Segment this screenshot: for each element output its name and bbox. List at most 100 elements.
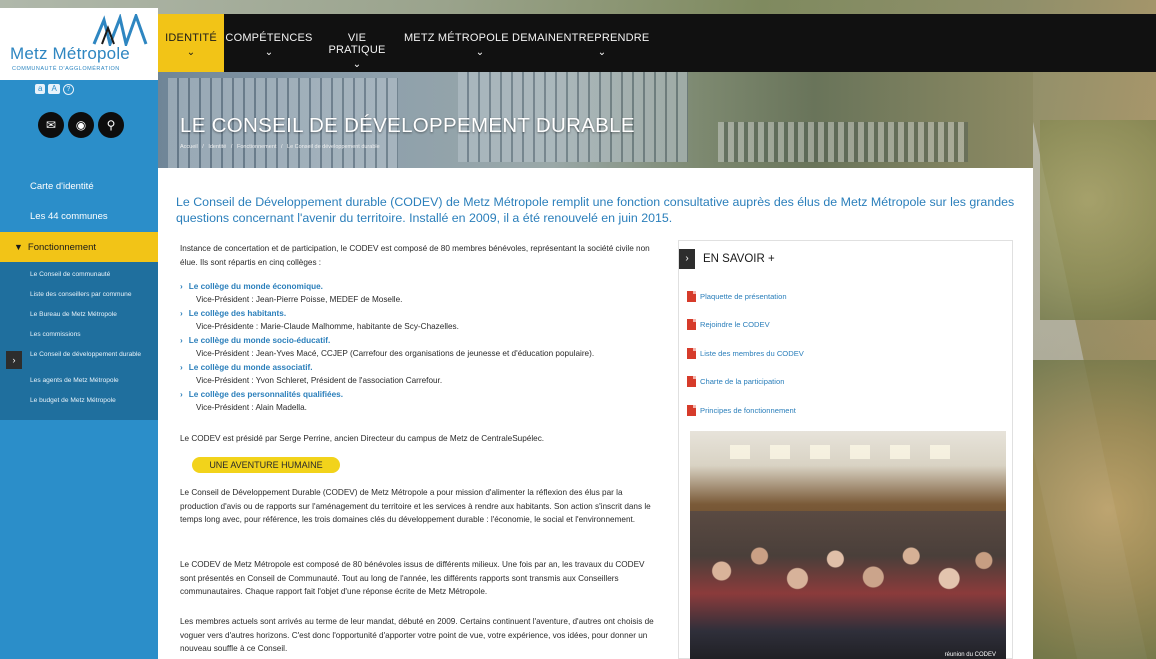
nav-item-competences[interactable]: COMPÉTENCES ⌄ [224,14,314,72]
document-link[interactable]: Liste des membres du CODEV [687,348,804,359]
document-link[interactable]: Principes de fonctionnement [687,405,796,416]
college-vice-president: Vice-Président : Jean-Yves Macé, CCJEP (… [196,349,595,358]
hero-banner: LE CONSEIL DE DÉVELOPPEMENT DURABLE Accu… [158,72,1033,168]
chevron-down-icon: ▼ [14,242,23,252]
body-paragraph: Le CODEV de Metz Métropole est composé d… [180,560,645,596]
sidebar-submenu: Le Conseil de communauté Liste des conse… [0,262,158,420]
intro-paragraph: Instance de concertation et de participa… [180,244,650,267]
left-sidebar: a A ? ✉ ◉ ⚲ Carte d'identité Les 44 comm… [0,80,158,659]
breadcrumb-link[interactable]: Accueil [180,144,198,150]
nav-item-entreprendre[interactable]: ENTREPRENDRE ⌄ [556,14,650,72]
chevron-right-icon: › [180,336,183,345]
pdf-icon [687,319,696,330]
camera-icon[interactable]: ◉ [68,112,94,138]
photo-ceiling-lights [730,445,970,459]
list-item: › Le collège du monde économique. Vice-Pr… [180,280,690,306]
nav-item-label: COMPÉTENCES [225,32,313,44]
list-item: › Le collège des personnalités qualifiées… [180,388,690,414]
chevron-down-icon: ⌄ [352,59,362,70]
sidebar-item-label: Fonctionnement [27,242,97,253]
sidebar-item-les-44-communes[interactable]: Les 44 communes [0,202,158,232]
college-vice-president: Vice-Président : Yvon Schleret, Présiden… [196,376,443,385]
nav-item-identite[interactable]: IDENTITÉ ⌄ [158,14,224,72]
college-name: Le collège du monde associatif. [188,363,313,372]
colleges-list: › Le collège du monde économique. Vice-Pr… [180,280,690,415]
nav-item-label: ENTREPRENDRE [556,32,650,44]
text-size-small-button[interactable]: a [35,84,46,94]
submenu-item-current[interactable]: › Le Conseil de développement durable [0,346,158,372]
document-link-label: Principes de fonctionnement [700,406,796,415]
chevron-right-icon: › [180,390,183,399]
chevron-down-icon: ⌄ [475,47,485,58]
college-link[interactable]: › Le collège des habitants. [180,307,690,320]
logo-tagline: COMMUNAUTÉ D'AGGLOMÉRATION [12,66,120,72]
submenu-item-label: Le Conseil de développement durable [30,351,142,358]
pdf-icon [687,291,696,302]
sidebar-item-carte-identite[interactable]: Carte d'identité [0,172,158,202]
document-link-label: Rejoindre le CODEV [700,320,770,329]
chevron-right-icon: › [679,249,695,269]
document-link[interactable]: Rejoindre le CODEV [687,319,770,330]
document-link[interactable]: Plaquette de présentation [687,291,787,302]
breadcrumb-link[interactable]: Identité [208,144,226,150]
text-size-large-button[interactable]: A [48,84,60,94]
mail-icon[interactable]: ✉ [38,112,64,138]
nav-item-metz-metropole-demain[interactable]: METZ MÉTROPOLE DEMAIN ⌄ [402,14,558,72]
list-item: › Le collège des habitants. Vice-Présiden… [180,307,690,333]
college-vice-president: Vice-Président : Alain Madella. [196,403,307,412]
photo-caption: réunion du CODEV [944,652,996,658]
college-link[interactable]: › Le collège des personnalités qualifiées… [180,388,690,401]
lead-paragraph: Le Conseil de Développement durable (COD… [176,195,1015,225]
chevron-down-icon: ⌄ [597,47,607,58]
pdf-icon [687,376,696,387]
submenu-item[interactable]: Le Conseil de communauté [0,266,158,286]
nav-item-vie-pratique[interactable]: VIE PRATIQUE ⌄ [318,14,396,72]
chevron-right-icon: › [180,309,183,318]
breadcrumb: Accueil / Identité / Fonctionnement / Le… [180,144,383,150]
background-field [1040,120,1156,320]
site-logo[interactable]: Metz Métropole COMMUNAUTÉ D'AGGLOMÉRATIO… [0,8,158,80]
sidebar-item-fonctionnement[interactable]: ▼ Fonctionnement [0,232,158,262]
submenu-item[interactable]: Le budget de Metz Métropole [0,392,158,412]
college-name: Le collège du monde économique. [188,282,323,291]
document-link-label: Liste des membres du CODEV [700,349,804,358]
submenu-item[interactable]: Liste des conseillers par commune [0,286,158,306]
en-savoir-plus-title: EN SAVOIR + [703,253,775,265]
breadcrumb-separator: / [280,144,283,150]
chevron-down-icon: ⌄ [186,47,196,58]
college-name: Le collège des habitants. [188,309,287,318]
submenu-item[interactable]: Les agents de Metz Métropole [0,372,158,392]
breadcrumb-separator: / [202,144,204,150]
background-field [1030,360,1156,659]
college-link[interactable]: › Le collège du monde socio-éducatif. [180,334,690,347]
chevron-right-icon: › [180,363,183,372]
college-link[interactable]: › Le collège du monde associatif. [180,361,690,374]
accessibility-tools: a A ? [35,84,74,95]
breadcrumb-link[interactable]: Fonctionnement [237,144,276,150]
college-link[interactable]: › Le collège du monde économique. [180,280,690,293]
hero-parking-image [718,122,968,162]
submenu-item[interactable]: Les commissions [0,326,158,346]
breadcrumb-separator: / [230,144,233,150]
chevron-right-icon: › [180,282,183,291]
body-paragraph: Le Conseil de Développement Durable (COD… [180,488,651,524]
en-savoir-plus-header: › EN SAVOIR + [679,249,775,269]
college-name: Le collège des personnalités qualifiées. [188,390,343,399]
top-navigation: IDENTITÉ ⌄ COMPÉTENCES ⌄ VIE PRATIQUE ⌄ … [158,14,1156,72]
nav-item-label: METZ MÉTROPOLE DEMAIN [403,32,557,44]
en-savoir-plus-box: › EN SAVOIR + Plaquette de présentation … [678,240,1013,659]
college-vice-president: Vice-Président : Jean-Pierre Poisse, MED… [196,295,403,304]
meeting-photo: réunion du CODEV [690,431,1006,659]
college-name: Le collège du monde socio-éducatif. [188,336,331,345]
help-icon[interactable]: ? [62,84,74,95]
logo-title: Metz Métropole [10,44,130,63]
list-item: › Le collège du monde socio-éducatif. Vic… [180,334,690,360]
document-link-label: Charte de la participation [700,377,785,386]
photo-audience [690,511,1006,659]
nav-item-label: IDENTITÉ [165,32,217,44]
page-title: LE CONSEIL DE DÉVELOPPEMENT DURABLE [180,114,635,137]
submenu-item[interactable]: Le Bureau de Metz Métropole [0,306,158,326]
map-pin-icon[interactable]: ⚲ [98,112,124,138]
document-link[interactable]: Charte de la participation [687,376,784,387]
document-link-label: Plaquette de présentation [700,292,787,301]
